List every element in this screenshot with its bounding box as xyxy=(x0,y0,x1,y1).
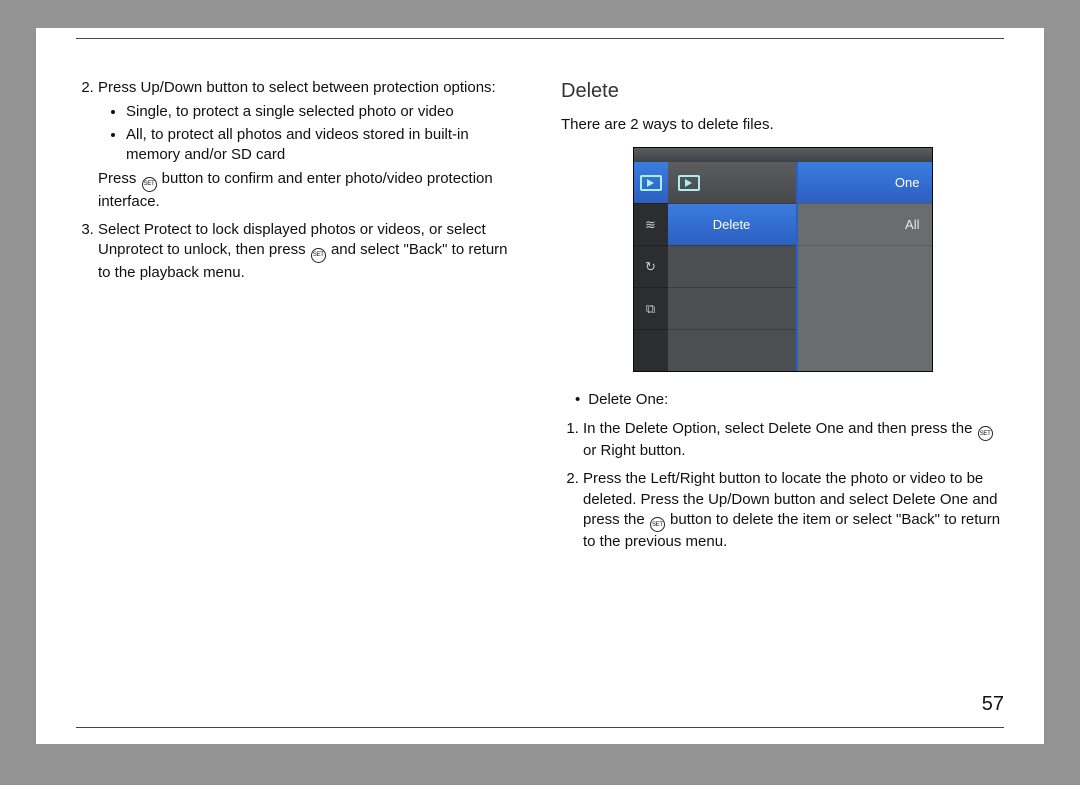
menu-topbar xyxy=(634,148,932,162)
sidebar-icon-4: ⧉ xyxy=(634,288,668,330)
set-icon: SET xyxy=(978,426,993,441)
play-icon xyxy=(678,175,700,191)
step-2-intro: Press Up/Down button to select between p… xyxy=(98,79,496,96)
step-2-after-b: button to confirm and enter photo/video … xyxy=(98,170,493,210)
set-icon: SET xyxy=(311,248,326,263)
menu-middle: Delete xyxy=(668,162,796,371)
delete-step-1-b: or Right button. xyxy=(583,442,686,459)
delete-one-bullet: Delete One: xyxy=(575,390,1004,410)
delete-step-1-a: In the Delete Option, select Delete One … xyxy=(583,420,977,437)
menu-sidebar: ≋ ↻ ⧉ xyxy=(634,162,668,371)
bullet-all: All, to protect all photos and videos st… xyxy=(126,125,519,166)
menu-mid-empty-1 xyxy=(668,246,796,288)
step-2-after: Press SET button to confirm and enter ph… xyxy=(98,169,519,212)
page-number: 57 xyxy=(982,693,1004,716)
delete-step-2: Press the Left/Right button to locate th… xyxy=(583,469,1004,552)
camera-menu-screenshot: ≋ ↻ ⧉ Delete One All xyxy=(633,147,933,372)
step-2-bullets: Single, to protect a single selected pho… xyxy=(98,102,519,165)
bullet-single: Single, to protect a single selected pho… xyxy=(126,102,519,122)
content-columns: Press Up/Down button to select between p… xyxy=(76,78,1004,704)
menu-option-one: One xyxy=(798,162,933,204)
play-icon xyxy=(640,175,662,191)
step-2: Press Up/Down button to select between p… xyxy=(98,78,519,212)
sidebar-icon-3: ↻ xyxy=(634,246,668,288)
menu-mid-empty-2 xyxy=(668,288,796,330)
delete-one-steps: In the Delete Option, select Delete One … xyxy=(561,419,1004,553)
bullet-dot-icon xyxy=(575,390,580,410)
delete-heading: Delete xyxy=(561,78,1004,105)
right-column: Delete There are 2 ways to delete files.… xyxy=(561,78,1004,704)
top-rule xyxy=(76,38,1004,39)
menu-right-fill xyxy=(798,246,933,366)
menu-mid-delete: Delete xyxy=(668,204,796,246)
left-column: Press Up/Down button to select between p… xyxy=(76,78,519,704)
sidebar-icon-2: ≋ xyxy=(634,204,668,246)
left-steps: Press Up/Down button to select between p… xyxy=(76,78,519,283)
option-one-label: One xyxy=(895,174,920,192)
set-icon: SET xyxy=(142,177,157,192)
playback-tab-icon xyxy=(634,162,668,204)
delete-step-1: In the Delete Option, select Delete One … xyxy=(583,419,1004,462)
delete-intro: There are 2 ways to delete files. xyxy=(561,115,1004,135)
menu-right: One All xyxy=(796,162,933,371)
step-3: Select Protect to lock displayed photos … xyxy=(98,220,519,283)
step-2-after-a: Press xyxy=(98,170,141,187)
delete-one-label: Delete One: xyxy=(588,390,668,410)
bottom-rule xyxy=(76,727,1004,728)
menu-option-all: All xyxy=(798,204,933,246)
manual-page: Press Up/Down button to select between p… xyxy=(36,28,1044,744)
menu-mid-header xyxy=(668,162,796,204)
set-icon: SET xyxy=(650,517,665,532)
